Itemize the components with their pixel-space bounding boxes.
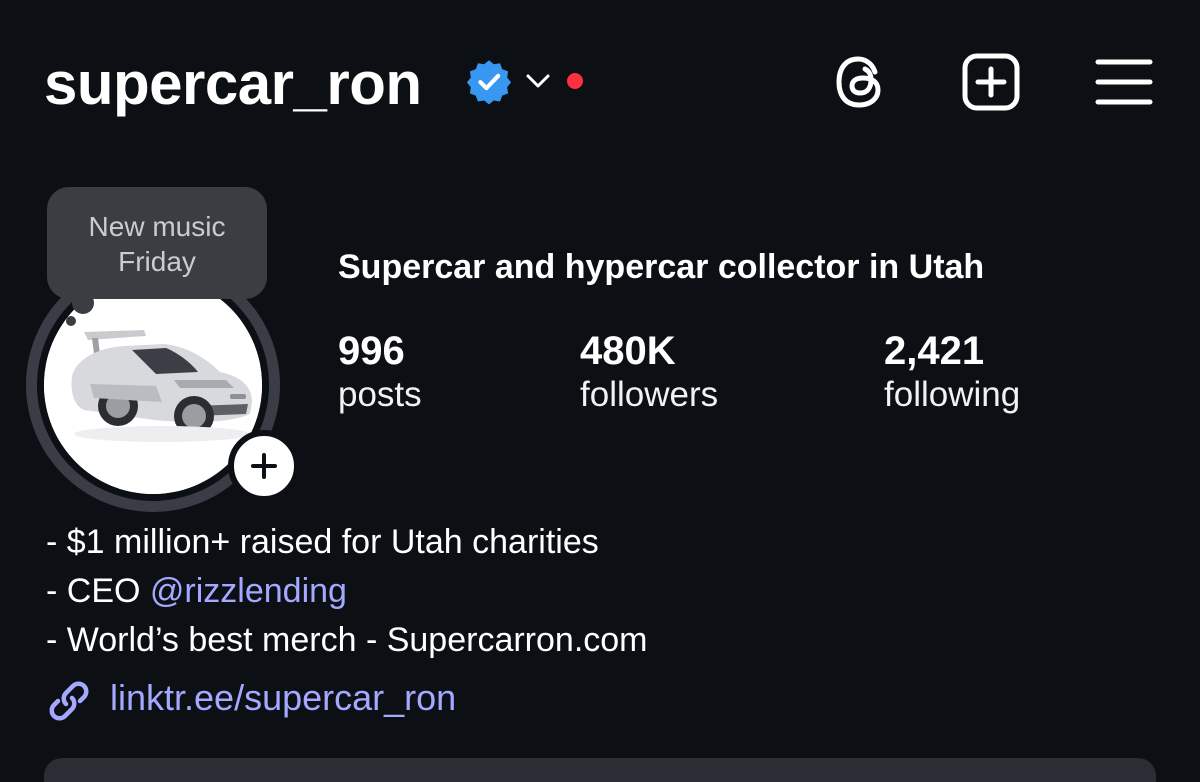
bio-line: - CEO @rizzlending	[46, 567, 648, 616]
stat-value: 480K	[580, 329, 676, 373]
note-bubble-tail	[72, 292, 94, 314]
threads-icon[interactable]	[831, 52, 891, 112]
profile-header: supercar_ron	[44, 50, 1156, 120]
bio-prefix: - CEO	[46, 572, 150, 610]
notification-dot	[567, 73, 583, 89]
add-story-button[interactable]	[228, 430, 300, 502]
bio-line: - $1 million+ raised for Utah charities	[46, 523, 599, 561]
stat-label: posts	[338, 375, 422, 414]
stat-value: 2,421	[884, 329, 985, 373]
plus-icon	[251, 453, 277, 479]
link-url[interactable]: linktr.ee/supercar_ron	[110, 674, 456, 722]
bio: - $1 million+ raised for Utah charities …	[46, 518, 648, 665]
bio-line: - World’s best merch - Supercarron.com	[46, 621, 648, 659]
profile-screen: supercar_ron New music Friday Supercar a…	[0, 0, 1200, 782]
stat-label: following	[884, 375, 1021, 414]
chevron-down-icon[interactable]	[524, 67, 552, 95]
link-icon	[49, 681, 89, 721]
note-bubble[interactable]: New music Friday	[47, 187, 267, 299]
username[interactable]: supercar_ron	[44, 52, 422, 116]
stat-followers[interactable]: 480K followers	[580, 328, 718, 416]
stat-value: 996	[338, 329, 405, 373]
stat-label: followers	[580, 375, 719, 414]
hamburger-menu-icon[interactable]	[1094, 52, 1154, 112]
mention-link[interactable]: @rizzlending	[150, 572, 347, 610]
stat-following[interactable]: 2,421 following	[884, 328, 1020, 416]
full-name: Supercar and hypercar collector in Utah	[338, 248, 985, 286]
note-line2: Friday	[118, 246, 196, 277]
verified-badge-icon	[466, 60, 512, 104]
edit-profile-button[interactable]	[44, 758, 1156, 782]
add-square-icon[interactable]	[961, 52, 1021, 112]
stat-posts[interactable]: 996 posts	[338, 328, 422, 416]
note-line1: New music	[88, 211, 226, 242]
